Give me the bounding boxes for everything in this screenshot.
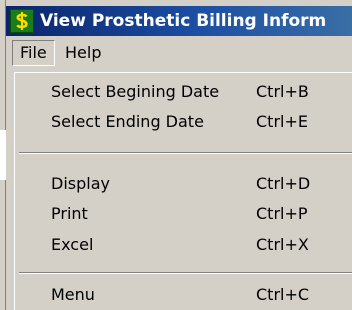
menu-item-select-ending-date[interactable]: Select Ending Date Ctrl+E (15, 107, 352, 137)
menu-item-shortcut: Ctrl+D (256, 174, 311, 193)
menu-item-label: Select Begining Date (51, 82, 220, 101)
menu-item-label: Select Ending Date (51, 112, 204, 131)
menu-item-select-begining-date[interactable]: Select Begining Date Ctrl+B (15, 77, 352, 107)
file-dropdown-menu: Select Begining Date Ctrl+B Select Endin… (14, 72, 352, 310)
menu-bar: File Help (6, 36, 352, 70)
menu-item-label: Print (51, 204, 88, 223)
application-window: View Prosthetic Billing Inform File Help… (0, 0, 352, 310)
menu-separator (19, 152, 352, 154)
menu-item-label: Excel (51, 235, 94, 254)
menu-item-shortcut: Ctrl+B (256, 82, 309, 101)
menu-item-menu[interactable]: Menu Ctrl+C (15, 280, 352, 310)
menu-item-excel[interactable]: Excel Ctrl+X (15, 230, 352, 260)
menu-item-print[interactable]: Print Ctrl+P (15, 199, 352, 229)
menu-help[interactable]: Help (58, 40, 108, 66)
menu-item-shortcut: Ctrl+C (256, 285, 310, 304)
menu-item-shortcut: Ctrl+E (256, 112, 308, 131)
client-area-edge (0, 130, 6, 180)
menu-item-shortcut: Ctrl+X (256, 235, 309, 254)
menu-item-label: Display (51, 174, 110, 193)
menu-separator (19, 272, 352, 274)
menu-file[interactable]: File (12, 40, 55, 66)
title-bar[interactable]: View Prosthetic Billing Inform (6, 6, 352, 36)
menu-item-label: Menu (51, 285, 95, 304)
menu-item-shortcut: Ctrl+P (256, 204, 308, 223)
window-title: View Prosthetic Billing Inform (40, 11, 327, 31)
menu-item-display[interactable]: Display Ctrl+D (15, 169, 352, 199)
dollar-sign-icon[interactable] (10, 9, 34, 33)
